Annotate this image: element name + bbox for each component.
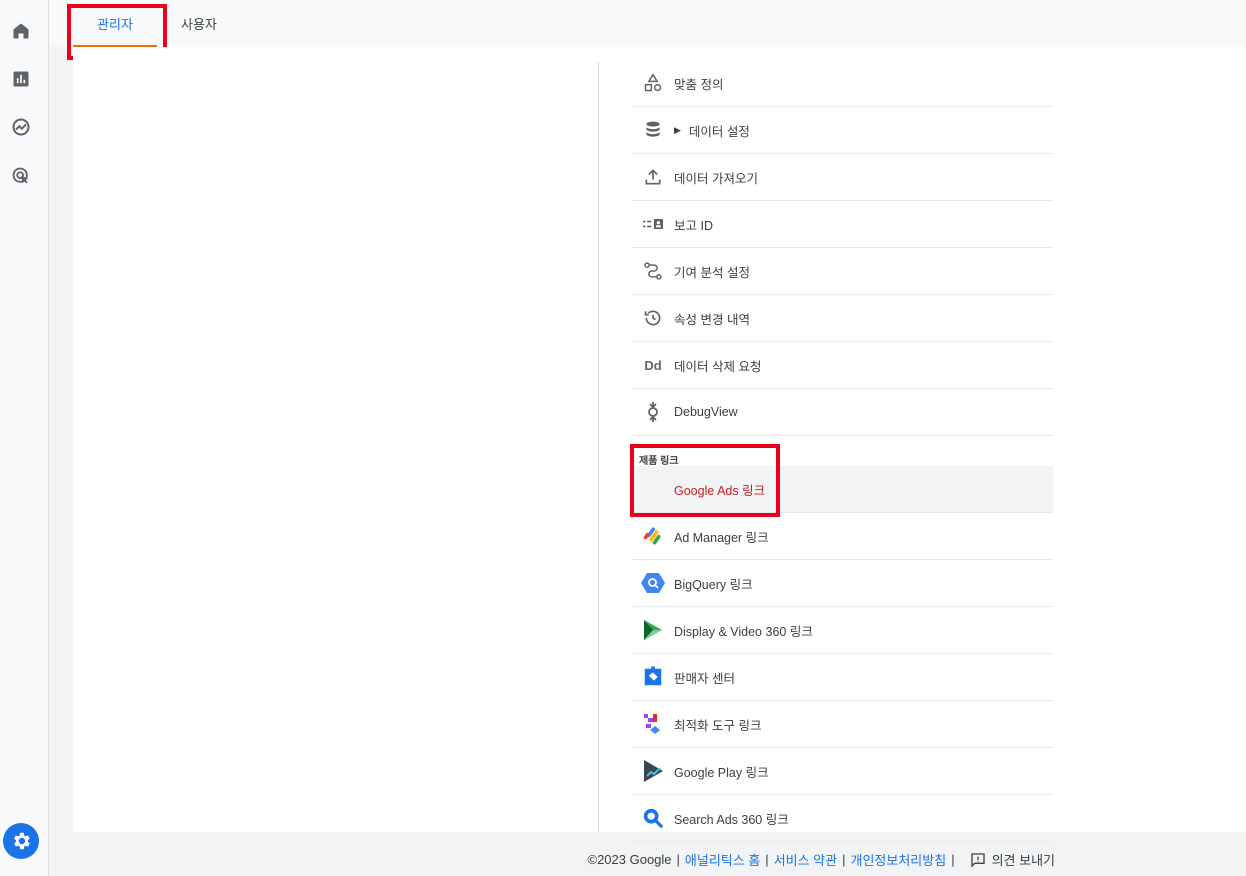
settings-gear-icon[interactable] [3,823,39,859]
menu-item-search-ads-360-links[interactable]: Search Ads 360 링크 [632,795,1053,842]
merchant-center-icon [632,654,674,701]
footer-link-privacy-policy[interactable]: 개인정보처리방침 [851,850,947,869]
section-title-product-links: 제품 링크 [639,456,679,467]
menu-item-label: 속성 변경 내역 [674,312,750,327]
menu-item-label: 최적화 도구 링크 [674,718,762,733]
ad-manager-icon [632,513,674,560]
footer-link-analytics-home[interactable]: 애널리틱스 홈 [685,850,760,869]
property-settings-menu: 맞춤 정의 ▶ 데이터 설정 데이터 가져오기 보고 ID 기여 분석 설정 속… [632,60,1053,842]
menu-item-custom-definitions[interactable]: 맞춤 정의 [632,60,1053,107]
tab-admin[interactable]: 관리자 [73,0,157,47]
history-icon [632,295,674,342]
menu-item-optimize-links[interactable]: 최적화 도구 링크 [632,701,1053,748]
menu-item-label: 데이터 설정 [688,124,750,139]
footer-copyright: ©2023 Google [587,852,672,867]
menu-item-property-change-history[interactable]: 속성 변경 내역 [632,295,1053,342]
menu-item-label: 보고 ID [674,218,713,233]
expand-caret-icon[interactable]: ▶ [674,125,681,136]
menu-item-label: Google Ads 링크 [674,483,766,498]
google-ads-icon [632,466,674,513]
menu-item-ad-manager-links[interactable]: Ad Manager 링크 [632,513,1053,560]
custom-definitions-icon [632,60,674,107]
menu-item-label: 판매자 센터 [674,671,735,686]
optimize-icon [632,701,674,748]
feedback-icon [970,852,985,868]
reporting-identity-icon [632,201,674,248]
footer-separator: | [765,852,769,867]
menu-item-bigquery-links[interactable]: BigQuery 링크 [632,560,1053,607]
attribution-icon [632,248,674,295]
menu-item-label: Display & Video 360 링크 [674,624,813,639]
menu-item-label: Ad Manager 링크 [674,530,769,545]
menu-item-data-settings[interactable]: ▶ 데이터 설정 [632,107,1053,154]
footer: ©2023 Google | 애널리틱스 홈 | 서비스 약관 | 개인정보처리… [588,850,1056,869]
tab-admin-label: 관리자 [97,17,133,32]
display-video-360-icon [632,607,674,654]
menu-item-reporting-identity[interactable]: 보고 ID [632,201,1053,248]
menu-item-label: 맞춤 정의 [674,77,724,92]
google-play-icon [632,748,674,795]
menu-item-label: DebugView [674,405,738,419]
bigquery-icon [632,560,674,607]
tab-user[interactable]: 사용자 [181,0,217,47]
menu-item-merchant-center[interactable]: 판매자 센터 [632,654,1053,701]
menu-item-debugview[interactable]: DebugView [632,389,1053,436]
reports-icon[interactable] [10,68,32,90]
menu-item-label: Search Ads 360 링크 [674,812,789,827]
tab-user-label: 사용자 [181,17,217,32]
home-icon[interactable] [10,20,32,42]
send-feedback-button[interactable]: 의견 보내기 [970,850,1055,869]
menu-item-label: 데이터 삭제 요청 [674,359,762,374]
footer-separator: | [676,852,680,867]
explore-icon[interactable] [10,116,32,138]
column-divider [598,62,599,832]
menu-item-label: Google Play 링크 [674,765,769,780]
menu-item-display-video-360-links[interactable]: Display & Video 360 링크 [632,607,1053,654]
advertising-icon[interactable] [10,165,32,187]
debugview-icon [632,389,674,436]
menu-item-google-play-links[interactable]: Google Play 링크 [632,748,1053,795]
menu-item-data-import[interactable]: 데이터 가져오기 [632,154,1053,201]
menu-item-data-deletion-requests[interactable]: Dd 데이터 삭제 요청 [632,342,1053,389]
menu-item-label: 기여 분석 설정 [674,265,750,280]
database-icon [632,107,674,154]
left-nav-rail [0,0,49,876]
menu-item-google-ads-links[interactable]: Google Ads 링크 [632,466,1053,513]
send-feedback-label: 의견 보내기 [991,853,1055,868]
menu-item-label: BigQuery 링크 [674,577,753,592]
search-ads-360-icon [632,795,674,842]
footer-separator: | [842,852,846,867]
footer-separator: | [951,852,955,867]
menu-item-label: 데이터 가져오기 [674,171,758,186]
menu-item-attribution-settings[interactable]: 기여 분석 설정 [632,248,1053,295]
data-deletion-icon: Dd [644,357,662,373]
footer-link-terms-of-service[interactable]: 서비스 약관 [774,850,837,869]
tab-bar: 관리자 사용자 [49,0,1246,47]
upload-icon [632,154,674,201]
